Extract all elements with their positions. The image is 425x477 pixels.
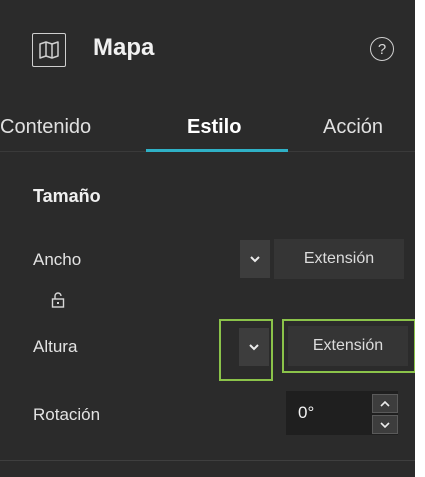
width-value-field[interactable]: Extensión	[274, 239, 404, 279]
page-edge	[415, 0, 425, 477]
map-properties-panel: Mapa ? Contenido Estilo Acción Tamaño An…	[0, 0, 425, 477]
chevron-down-icon	[250, 255, 260, 262]
rotation-value: 0°	[298, 403, 315, 422]
panel-title: Mapa	[93, 34, 155, 61]
tab-bar: Contenido Estilo Acción	[0, 104, 415, 152]
help-icon[interactable]: ?	[370, 37, 394, 61]
height-label: Altura	[33, 337, 78, 356]
aspect-lock-icon[interactable]	[51, 292, 65, 308]
chevron-down-icon	[249, 343, 259, 350]
section-divider	[0, 460, 415, 461]
height-value-field[interactable]: Extensión	[288, 326, 408, 366]
active-tab-indicator	[146, 149, 288, 152]
rotation-label: Rotación	[33, 405, 101, 424]
height-dropdown-button[interactable]	[239, 328, 269, 366]
rotation-decrement-button[interactable]	[372, 415, 398, 434]
tab-contenido[interactable]: Contenido	[0, 116, 91, 139]
width-dropdown-button[interactable]	[240, 240, 270, 278]
tab-estilo[interactable]: Estilo	[187, 116, 241, 139]
section-title-size: Tamaño	[33, 186, 101, 206]
map-icon	[32, 33, 66, 67]
tab-accion[interactable]: Acción	[323, 116, 383, 139]
chevron-up-icon	[380, 400, 390, 407]
chevron-down-icon	[380, 421, 390, 428]
panel-header: Mapa ?	[0, 0, 415, 108]
help-glyph: ?	[377, 40, 387, 58]
width-label: Ancho	[33, 250, 82, 269]
rotation-increment-button[interactable]	[372, 394, 398, 413]
